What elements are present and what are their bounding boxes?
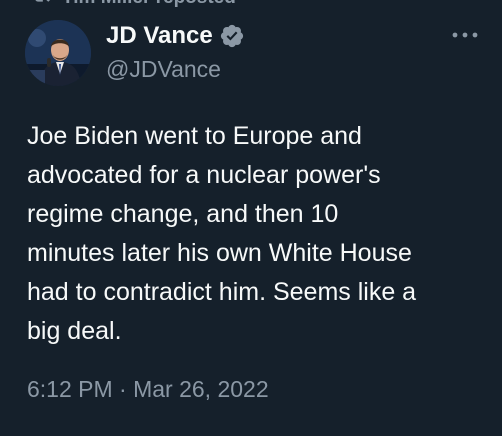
author-name-text: JD Vance [106,22,213,49]
repost-icon [32,0,52,11]
tweet-text-line: advocated for a nuclear power's [27,161,381,189]
verified-badge-icon [219,23,245,49]
tweet-text-line: had to contradict him. Seems like a [27,278,417,306]
tweet-timestamp[interactable]: 6:12 PM · Mar 26, 2022 [27,376,269,403]
tweet-text-line: Joe Biden went to Europe and [27,122,362,150]
more-options-button[interactable] [448,24,482,48]
more-options-icon [451,27,479,45]
author-name[interactable]: JD Vance [106,22,245,50]
tweet-text-line: regime change, and then 10 [27,200,339,228]
author-handle[interactable]: @JDVance [106,56,221,83]
repost-label: Tim Miller reposted [62,0,236,9]
tweet-text-line: minutes later his own White House [27,239,412,267]
tweet-text: Joe Biden went to Europe and advocated f… [27,117,487,351]
avatar[interactable] [25,20,91,86]
repost-indicator[interactable]: Tim Miller reposted [32,0,236,8]
tweet-text-line: big deal. [27,317,122,345]
